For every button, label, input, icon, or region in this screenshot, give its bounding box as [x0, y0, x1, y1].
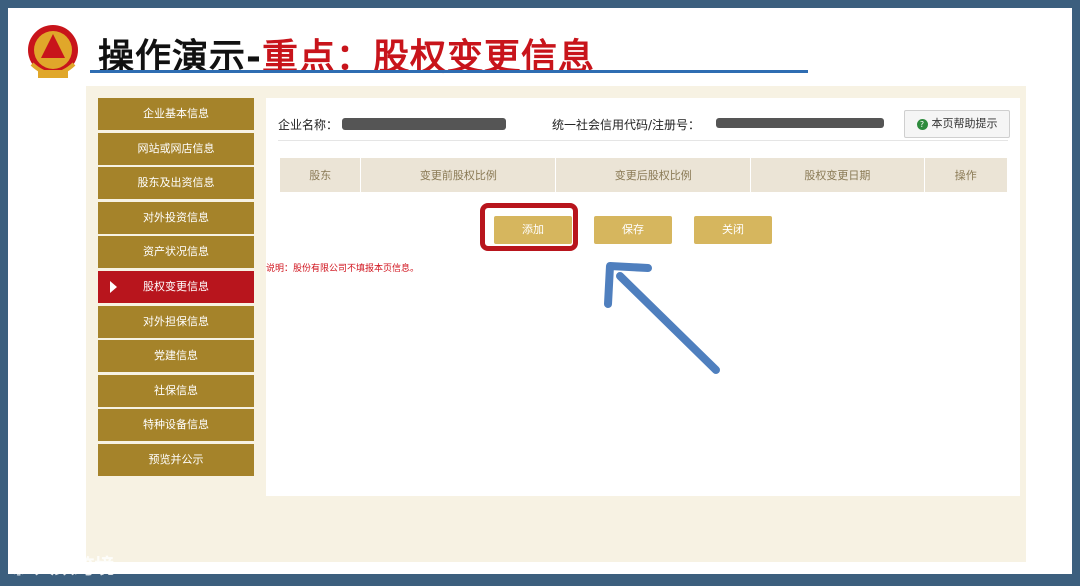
- sidebar-item-label: 党建信息: [154, 349, 198, 363]
- sidebar-item-label: 企业基本信息: [143, 107, 209, 120]
- sidebar-item-label: 股东及出资信息: [137, 176, 215, 190]
- sidebar-item-label: 股权变更信息: [143, 279, 209, 293]
- sidebar-item-label: 网站或网店信息: [137, 141, 215, 155]
- close-button[interactable]: 关闭: [694, 216, 772, 244]
- slide: 操作演示-重点：股权变更信息 企业基本信息 网站或网店信息 股东及出资信息 对外…: [8, 8, 1072, 574]
- credit-code-label: 统一社会信用代码/注册号：: [552, 118, 701, 132]
- redacted-credit-code: [716, 118, 884, 128]
- sidebar-item-label: 社保信息: [154, 383, 198, 397]
- sidebar-item-label: 特种设备信息: [143, 418, 209, 432]
- question-icon: ?: [916, 118, 928, 130]
- sidebar-item-label: 预览并公示: [148, 452, 204, 466]
- watermark: ◌ 大数跨境: [10, 550, 114, 579]
- app-panel: 企业基本信息 网站或网店信息 股东及出资信息 对外投资信息 资产状况信息 股权变…: [86, 86, 1026, 562]
- table-header-row: 股东 变更前股权比例 变更后股权比例 股权变更日期 操作: [280, 158, 1009, 192]
- sidebar-item-website-info[interactable]: 网站或网店信息: [98, 132, 254, 165]
- sidebar-item-label: 对外担保信息: [143, 314, 209, 328]
- company-info-row: 企业名称： 统一社会信用代码/注册号： ? 本页帮助提示: [278, 106, 1010, 140]
- sidebar: 企业基本信息 网站或网店信息 股东及出资信息 对外投资信息 资产状况信息 股权变…: [98, 98, 254, 479]
- sidebar-item-label: 资产状况信息: [143, 245, 209, 259]
- sidebar-item-label: 对外投资信息: [143, 210, 209, 224]
- col-before-ratio: 变更前股权比例: [360, 158, 557, 192]
- info-divider: [278, 140, 1008, 141]
- save-button[interactable]: 保存: [594, 216, 672, 244]
- sidebar-item-equity-change[interactable]: 股权变更信息: [98, 270, 254, 303]
- sidebar-item-party-info[interactable]: 党建信息: [98, 340, 254, 373]
- sidebar-item-asset-info[interactable]: 资产状况信息: [98, 236, 254, 269]
- col-actions: 操作: [924, 158, 1009, 192]
- col-shareholder: 股东: [280, 158, 362, 192]
- redacted-company-name: [342, 118, 506, 130]
- equity-change-table: 股东 变更前股权比例 变更后股权比例 股权变更日期 操作: [280, 158, 1009, 192]
- sidebar-item-guarantee-info[interactable]: 对外担保信息: [98, 305, 254, 338]
- pointer-arrow-icon: [604, 262, 720, 374]
- sidebar-item-basic-info[interactable]: 企业基本信息: [98, 98, 254, 130]
- active-arrow-icon: [110, 280, 117, 293]
- col-after-ratio: 变更后股权比例: [555, 158, 752, 192]
- col-change-date: 股权变更日期: [750, 158, 925, 192]
- sidebar-item-shareholder-info[interactable]: 股东及出资信息: [98, 167, 254, 200]
- sidebar-item-social-security[interactable]: 社保信息: [98, 374, 254, 407]
- sidebar-item-investment-info[interactable]: 对外投资信息: [98, 201, 254, 234]
- help-button[interactable]: ? 本页帮助提示: [904, 110, 1010, 138]
- watermark-icon: ◌: [10, 554, 35, 578]
- emblem-logo-icon: [28, 25, 78, 78]
- note-text: 说明：股份有限公司不填报本页信息。: [266, 264, 420, 274]
- add-button[interactable]: 添加: [494, 216, 572, 244]
- company-name-label: 企业名称：: [278, 118, 339, 132]
- watermark-text: 大数跨境: [34, 554, 115, 578]
- title-divider: [90, 70, 808, 73]
- help-button-label: 本页帮助提示: [931, 117, 998, 130]
- sidebar-item-preview-publish[interactable]: 预览并公示: [98, 443, 254, 476]
- sidebar-item-special-equipment[interactable]: 特种设备信息: [98, 409, 254, 442]
